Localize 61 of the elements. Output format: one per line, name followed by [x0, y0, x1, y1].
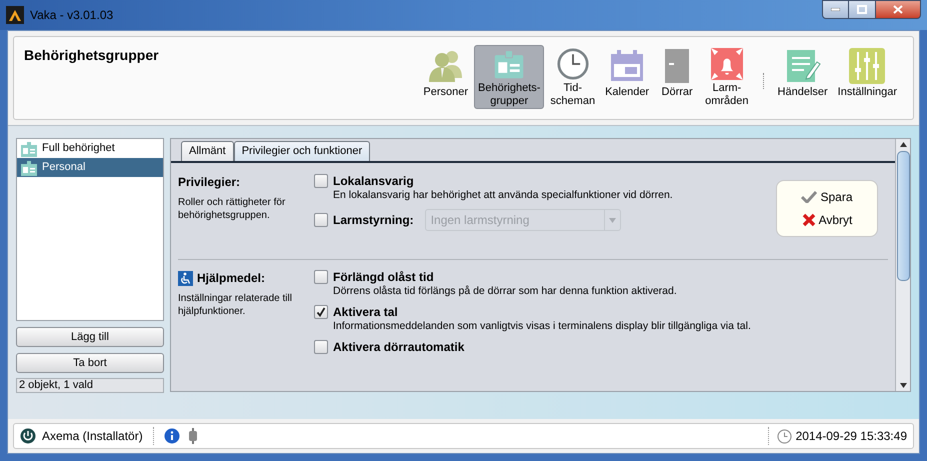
checkbox[interactable]	[314, 340, 328, 354]
toolbar-button[interactable]: Tid- scheman	[546, 45, 600, 109]
option-description: Dörrens olåsta tid förlängs på de dörrar som har denna funktion aktiverad.	[333, 284, 677, 298]
cancel-button[interactable]: Avbryt	[802, 210, 852, 230]
minimize-button[interactable]	[822, 0, 849, 19]
app-logo-icon	[6, 6, 24, 24]
option-description: En lokalansvarig har behörighet att använda specialfunktioner vid dörren.	[333, 188, 673, 202]
plug-icon[interactable]	[188, 428, 198, 444]
option-label: Lokalansvarig	[333, 174, 415, 188]
toolbar-button[interactable]: Kalender	[601, 45, 654, 109]
option-label: Aktivera dörrautomatik	[333, 340, 464, 354]
option-label: Larmstyrning:	[333, 212, 414, 229]
dropdown-arrow-icon	[608, 218, 616, 222]
badge-icon	[20, 160, 38, 176]
option-description: Informationsmeddelanden som vanligtvis visas i terminalens display blir tillgängliga via tal.	[333, 319, 751, 333]
option-label: Aktivera tal	[333, 305, 399, 319]
section-title: Hjälpmedel:	[197, 270, 266, 287]
window-title: Vaka - v3.01.03	[30, 7, 114, 24]
power-icon	[20, 428, 36, 444]
maximize-button[interactable]	[849, 0, 875, 19]
check-icon	[801, 191, 818, 203]
list-button[interactable]: Ta bort	[16, 353, 164, 373]
close-button[interactable]	[875, 0, 921, 19]
maximize-icon	[857, 5, 867, 14]
option-label: Förlängd olåst tid	[333, 270, 435, 284]
list-item[interactable]: Personal	[17, 158, 163, 177]
alarm-icon	[708, 48, 745, 80]
list-item[interactable]: Full behörighet	[17, 139, 163, 158]
close-icon	[893, 5, 903, 14]
close-icon	[802, 213, 816, 227]
scrollbar[interactable]	[895, 139, 910, 391]
sliders-icon	[849, 48, 886, 84]
checkbox[interactable]	[314, 270, 328, 284]
tab[interactable]: Allmänt	[181, 141, 234, 161]
toolbar-button[interactable]: Händelser	[774, 45, 832, 109]
toolbar-button[interactable]: Inställningar	[834, 45, 901, 109]
section-description: Inställningar relaterade till hjälpfunktioner.	[178, 292, 293, 318]
tab[interactable]: Privilegier och funktioner	[234, 141, 370, 161]
minimize-icon	[831, 8, 840, 11]
toolbar-button[interactable]: Larm- områden	[701, 45, 753, 109]
toolbar-button[interactable]: Behörighets- grupper	[474, 45, 544, 109]
clock-icon	[776, 428, 792, 444]
list-button[interactable]: Lägg till	[16, 327, 164, 347]
list-status: 2 objekt, 1 vald	[16, 378, 164, 393]
section-description: Roller och rättigheter för behörighetsgruppen.	[178, 196, 286, 222]
wheelchair-icon	[178, 270, 193, 286]
section-title: Privilegier:	[178, 174, 240, 191]
info-icon[interactable]	[164, 428, 180, 444]
datetime: 2014-09-29 15:33:49	[796, 428, 907, 445]
checkbox[interactable]	[314, 174, 328, 188]
toolbar-button[interactable]: Personer	[419, 45, 472, 109]
calendar-icon	[609, 48, 646, 84]
badge-icon	[20, 140, 38, 156]
checkbox[interactable]	[314, 305, 328, 319]
page-title: Behörighetsgrupper	[24, 46, 159, 65]
save-button[interactable]: Spara	[801, 187, 853, 207]
user-label: Axema (Installatör)	[42, 428, 143, 445]
notepad-icon	[784, 48, 821, 84]
people-icon	[428, 48, 464, 84]
clock-icon	[554, 48, 591, 80]
toolbar-button[interactable]: Dörrar	[655, 45, 700, 109]
